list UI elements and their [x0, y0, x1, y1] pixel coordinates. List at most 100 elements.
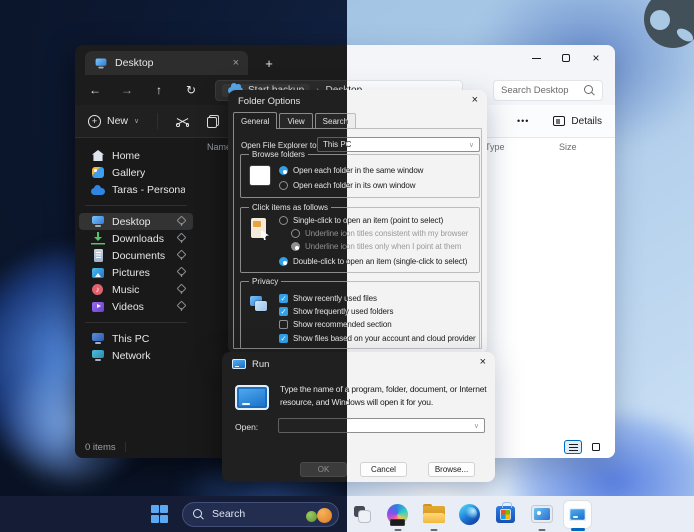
tab-title: Desktop [115, 57, 154, 69]
dialog-close-icon[interactable]: × [480, 357, 486, 368]
gallery-icon [91, 166, 105, 179]
this-pc-icon [91, 332, 105, 345]
photos-app-button[interactable] [528, 501, 555, 528]
open-label: Open: [235, 422, 259, 432]
column-header-type[interactable]: Type [485, 142, 505, 152]
sidebar-item-documents[interactable]: Documents [79, 247, 193, 264]
search-highlight-image [305, 506, 333, 525]
grid-view-icon [592, 443, 600, 451]
windows-logo-icon [150, 505, 169, 523]
taskbar-search-box[interactable]: Search [182, 501, 339, 527]
chevron-down-icon: ∨ [134, 118, 140, 125]
radio-icon [279, 216, 288, 225]
network-icon [91, 349, 105, 362]
checkbox-icon: ✓ [279, 306, 288, 316]
column-header-size[interactable]: Size [559, 142, 577, 152]
sidebar-item-onedrive[interactable]: Taras - Personal [79, 181, 193, 198]
plus-icon: + [88, 114, 101, 128]
tab-close-icon[interactable]: × [233, 57, 239, 69]
minimize-button[interactable] [521, 47, 551, 69]
documents-icon [91, 249, 105, 262]
close-button[interactable]: × [581, 47, 611, 69]
sidebar-item-desktop[interactable]: Desktop [79, 213, 193, 230]
tab-general[interactable]: General [233, 112, 278, 129]
up-button[interactable]: ↑ [151, 83, 167, 97]
sidebar-separator [85, 205, 187, 206]
details-pane-button[interactable]: Details [553, 116, 602, 127]
refresh-button[interactable]: ↻ [183, 83, 199, 97]
run-app-button[interactable] [564, 500, 591, 528]
large-icons-view-button[interactable] [587, 440, 605, 454]
sidebar-item-gallery[interactable]: Gallery [79, 164, 193, 181]
sidebar-item-videos[interactable]: Videos [79, 298, 193, 315]
checkbox-icon: ✓ [279, 333, 288, 343]
copilot-icon [387, 503, 408, 526]
maximize-button[interactable] [551, 47, 581, 69]
cut-icon[interactable] [176, 116, 190, 127]
ok-button[interactable]: OK [300, 462, 347, 477]
pictures-icon [91, 266, 105, 279]
sidebar-item-home[interactable]: Home [79, 147, 193, 164]
screen: Desktop × + × ← → ↑ ↻ Start backup › Des… [0, 0, 694, 532]
sidebar-item-this-pc[interactable]: This PC [79, 330, 193, 347]
radio-icon [279, 166, 288, 175]
back-button[interactable]: ← [87, 83, 103, 97]
microsoft-store-icon [496, 501, 515, 523]
forward-button[interactable]: → [119, 83, 135, 97]
copy-icon[interactable] [207, 114, 220, 128]
pin-icon [177, 251, 185, 260]
items-count: 0 items [85, 441, 116, 453]
run-app-icon [569, 507, 586, 521]
folder-options-tabs: General View Search [233, 112, 347, 129]
toolbar-right-group: ••• Details [517, 116, 602, 127]
search-icon [193, 508, 204, 520]
click-document-icon [251, 218, 266, 238]
home-icon [91, 149, 105, 162]
sidebar-item-downloads[interactable]: Downloads [79, 230, 193, 247]
pin-icon [177, 234, 185, 243]
new-tab-button[interactable]: + [259, 53, 279, 73]
chevron-down-icon: ∨ [473, 422, 479, 430]
pin-icon [177, 302, 185, 311]
pin-icon [177, 217, 185, 226]
dialog-close-icon[interactable]: × [472, 95, 478, 106]
edge-app-button[interactable] [456, 501, 483, 528]
sidebar-item-music[interactable]: ♪ Music [79, 281, 193, 298]
task-view-icon [352, 504, 372, 524]
folder-window-icon [250, 166, 270, 185]
explorer-tab-desktop[interactable]: Desktop × [85, 51, 248, 75]
edge-icon [459, 503, 480, 525]
browse-button[interactable]: Browse... [428, 462, 475, 477]
radio-icon [291, 229, 300, 238]
list-view-icon [568, 443, 578, 451]
details-pane-icon [553, 116, 566, 126]
cancel-button[interactable]: Cancel [360, 462, 407, 477]
tab-view[interactable]: View [279, 113, 313, 128]
explorer-sidebar: Home Gallery Taras - Personal Desktop [75, 138, 197, 436]
sidebar-item-pictures[interactable]: Pictures [79, 264, 193, 281]
desktop-icon [91, 215, 105, 228]
open-to-label: Open File Explorer to: [241, 141, 319, 150]
privacy-icon [250, 296, 268, 313]
new-button[interactable]: + New ∨ [88, 114, 140, 128]
file-explorer-icon [422, 503, 445, 523]
more-options-icon[interactable]: ••• [517, 116, 529, 126]
explorer-search-input[interactable]: Search Desktop [493, 79, 603, 101]
radio-icon [279, 257, 288, 266]
view-toggle-group [564, 440, 605, 454]
radio-icon [279, 181, 288, 190]
dialog-title: Run [252, 359, 270, 370]
task-view-button[interactable] [348, 501, 375, 528]
search-icon [584, 84, 595, 96]
file-explorer-app-button[interactable] [420, 501, 447, 528]
start-button[interactable] [146, 501, 173, 528]
copilot-app-button[interactable] [384, 501, 411, 528]
details-view-button[interactable] [564, 440, 582, 454]
microsoft-store-app-button[interactable] [492, 501, 519, 528]
sidebar-item-network[interactable]: Network [79, 347, 193, 364]
run-icon [235, 385, 269, 410]
chevron-down-icon: ∨ [468, 141, 474, 149]
downloads-icon [91, 232, 105, 245]
pin-icon [177, 285, 185, 294]
toolbar-divider [157, 113, 159, 129]
